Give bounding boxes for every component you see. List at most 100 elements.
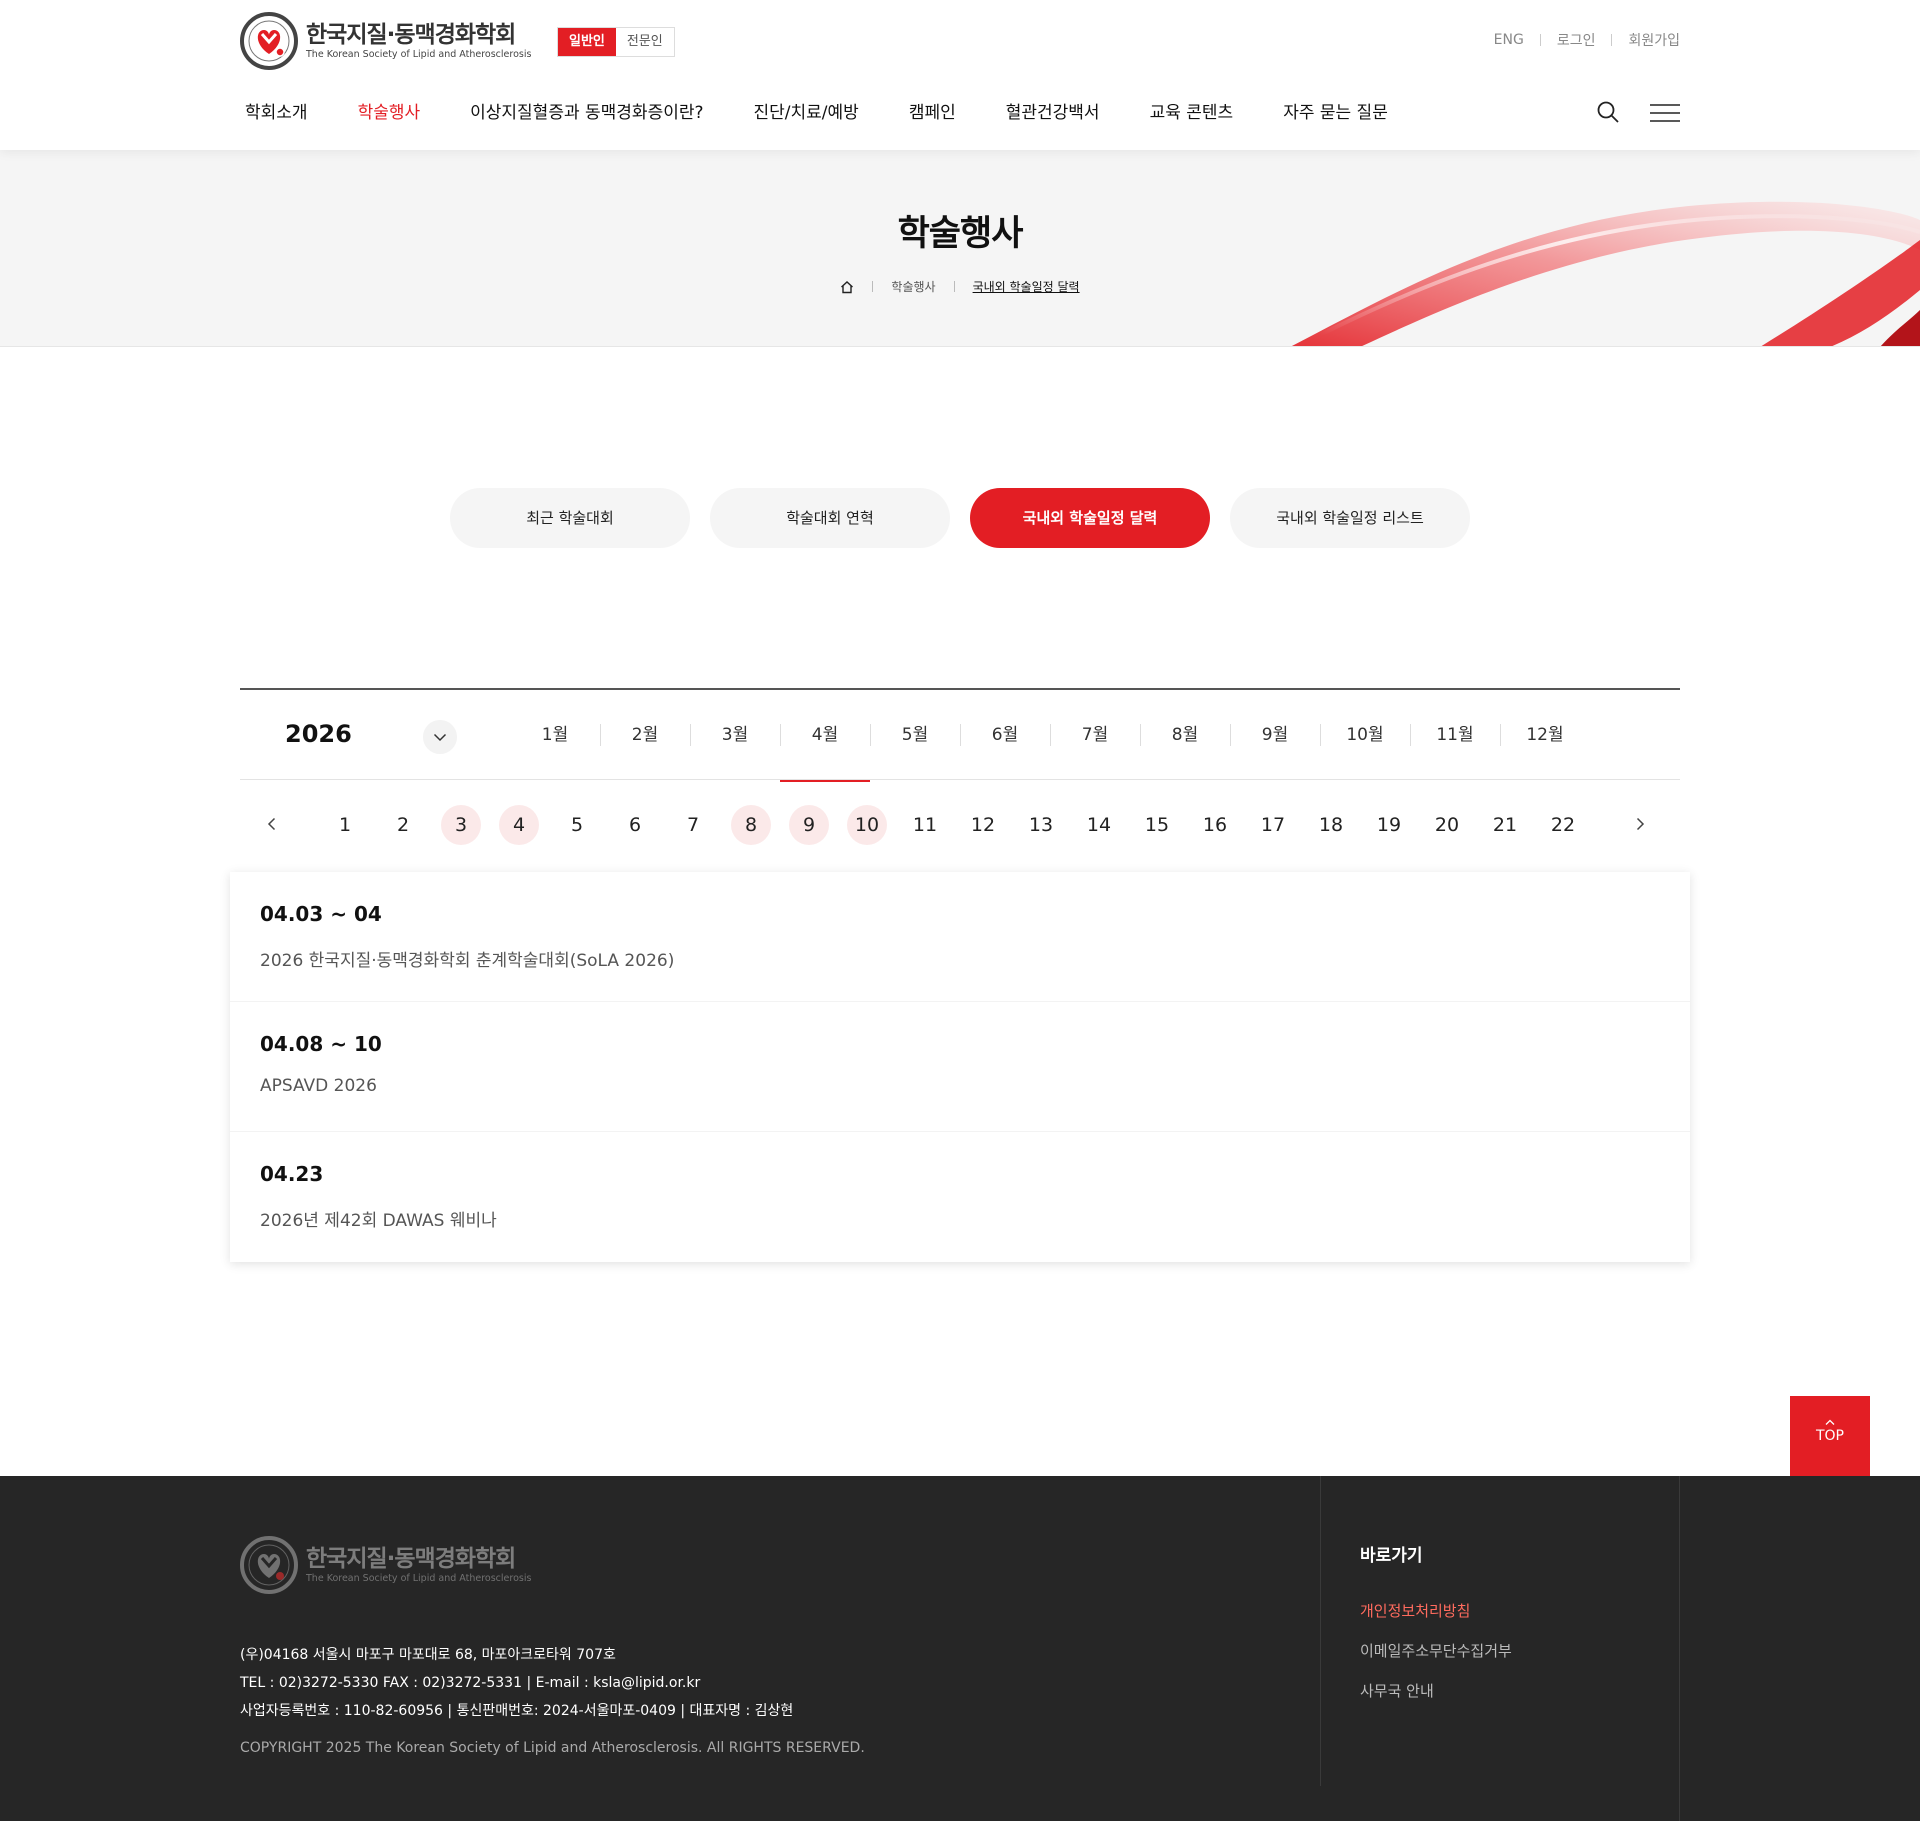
site-footer: 한국지질·동맥경화학회 The Korean Society of Lipid …: [0, 1476, 1920, 1821]
sub-tabs: 최근 학술대회 학술대회 연혁 국내외 학술일정 달력 국내외 학술일정 리스트: [450, 488, 1490, 548]
footer-link-privacy-policy[interactable]: 개인정보처리방침: [1360, 1601, 1512, 1621]
day-item[interactable]: 19: [1369, 805, 1409, 845]
audience-expert-button[interactable]: 전문인: [615, 28, 674, 56]
day-item[interactable]: 22: [1543, 805, 1583, 845]
footer-copyright: COPYRIGHT 2025 The Korean Society of Lip…: [240, 1740, 865, 1756]
day-item-with-event[interactable]: 4: [499, 805, 539, 845]
month-item[interactable]: 12월: [1500, 690, 1590, 780]
nav-item-about[interactable]: 학회소개: [245, 98, 308, 123]
util-divider: [1539, 34, 1541, 46]
footer-link-office-info[interactable]: 사무국 안내: [1360, 1681, 1512, 1701]
day-item[interactable]: 15: [1137, 805, 1177, 845]
nav-item-education[interactable]: 교육 콘텐츠: [1150, 98, 1234, 123]
month-item[interactable]: 5월: [870, 690, 960, 780]
footer-divider: [1320, 1476, 1321, 1786]
nav-item-faq[interactable]: 자주 묻는 질문: [1283, 98, 1388, 123]
day-item-with-event[interactable]: 10: [847, 805, 887, 845]
day-item[interactable]: 16: [1195, 805, 1235, 845]
day-item[interactable]: 13: [1021, 805, 1061, 845]
chevron-down-icon[interactable]: [423, 720, 457, 754]
month-item[interactable]: 7월: [1050, 690, 1140, 780]
footer-business-info: 사업자등록번호 : 110-82-60956 | 통신판매번호: 2024-서울…: [240, 1703, 794, 1719]
year-label: 2026: [285, 720, 352, 748]
nav-item-diagnosis[interactable]: 진단/치료/예방: [754, 98, 859, 123]
eng-link[interactable]: ENG: [1494, 32, 1524, 48]
day-item-with-event[interactable]: 8: [731, 805, 771, 845]
day-item[interactable]: 1: [325, 805, 365, 845]
login-link[interactable]: 로그인: [1557, 30, 1596, 50]
event-date: 04.03 ~ 04: [260, 902, 382, 926]
nav-item-whitepaper[interactable]: 혈관건강백서: [1006, 98, 1100, 123]
event-date: 04.23: [260, 1162, 324, 1186]
hamburger-menu-icon[interactable]: [1650, 103, 1680, 123]
society-emblem-icon: [240, 1536, 298, 1594]
day-item-with-event[interactable]: 9: [789, 805, 829, 845]
chevron-left-icon[interactable]: [260, 812, 284, 836]
site-header: 한국지질·동맥경화학회 The Korean Society of Lipid …: [0, 0, 1920, 150]
search-icon[interactable]: [1596, 100, 1620, 124]
event-item[interactable]: 04.03 ~ 04 2026 한국지질·동맥경화학회 춘계학술대회(SoLA …: [230, 872, 1690, 1002]
tab-recent-conference[interactable]: 최근 학술대회: [450, 488, 690, 548]
breadcrumb: 학술행사 국내외 학술일정 달력: [0, 278, 1920, 295]
event-title[interactable]: 2026 한국지질·동맥경화학회 춘계학술대회(SoLA 2026): [260, 946, 1660, 971]
site-logo[interactable]: 한국지질·동맥경화학회 The Korean Society of Lipid …: [240, 12, 531, 70]
month-item[interactable]: 8월: [1140, 690, 1230, 780]
footer-logo-korean-name: 한국지질·동맥경화학회: [306, 1546, 516, 1572]
month-item[interactable]: 10월: [1320, 690, 1410, 780]
month-item[interactable]: 2월: [600, 690, 690, 780]
day-item[interactable]: 14: [1079, 805, 1119, 845]
audience-general-button[interactable]: 일반인: [558, 28, 616, 56]
nav-item-events[interactable]: 학술행사: [358, 98, 421, 123]
tab-conference-history[interactable]: 학술대회 연혁: [710, 488, 950, 548]
tab-schedule-list[interactable]: 국내외 학술일정 리스트: [1230, 488, 1470, 548]
chevron-right-icon[interactable]: [1628, 812, 1652, 836]
event-item[interactable]: 04.08 ~ 10 APSAVD 2026: [230, 1002, 1690, 1132]
breadcrumb-item-current[interactable]: 국내외 학술일정 달력: [973, 278, 1080, 295]
month-item-active[interactable]: 4월: [780, 690, 870, 782]
nav-item-campaign[interactable]: 캠페인: [909, 98, 956, 123]
day-item[interactable]: 7: [673, 805, 713, 845]
day-item[interactable]: 17: [1253, 805, 1293, 845]
page-title: 학술행사: [897, 214, 1024, 254]
month-item[interactable]: 11월: [1410, 690, 1500, 780]
month-item[interactable]: 3월: [690, 690, 780, 780]
day-item[interactable]: 20: [1427, 805, 1467, 845]
home-icon[interactable]: [840, 280, 854, 294]
day-item-with-event[interactable]: 3: [441, 805, 481, 845]
main-nav: 학회소개 학술행사 이상지질혈증과 동맥경화증이란? 진단/치료/예방 캠페인 …: [245, 98, 1438, 123]
signup-link[interactable]: 회원가입: [1628, 30, 1680, 50]
nav-item-disease-info[interactable]: 이상지질혈증과 동맥경화증이란?: [470, 98, 703, 123]
day-item[interactable]: 6: [615, 805, 655, 845]
day-item[interactable]: 12: [963, 805, 1003, 845]
day-item[interactable]: 11: [905, 805, 945, 845]
chevron-up-icon: [1825, 1419, 1835, 1425]
day-strip: 1 2 3 4 5 6 7 8 9 10 11 12 13 14 15 16 17 18 19 20 21 22: [240, 780, 1680, 872]
logo-english-name: The Korean Society of Lipid and Atherosc…: [306, 49, 532, 60]
month-item[interactable]: 6월: [960, 690, 1050, 780]
utility-links: ENG 로그인 회원가입: [1494, 30, 1680, 50]
day-item[interactable]: 5: [557, 805, 597, 845]
month-item[interactable]: 9월: [1230, 690, 1320, 780]
footer-address: (우)04168 서울시 마포구 마포대로 68, 마포아크로타워 707호: [240, 1647, 616, 1663]
day-item[interactable]: 18: [1311, 805, 1351, 845]
day-list: 1 2 3 4 5 6 7 8 9 10 11 12 13 14 15 16 17 18 19 20 21 22: [325, 805, 1601, 845]
scroll-top-label: TOP: [1815, 1428, 1844, 1444]
event-title[interactable]: 2026년 제42회 DAWAS 웨비나: [260, 1206, 1660, 1231]
footer-logo-english-name: The Korean Society of Lipid and Atherosc…: [306, 1573, 532, 1584]
breadcrumb-item-events[interactable]: 학술행사: [891, 278, 935, 295]
tab-schedule-calendar[interactable]: 국내외 학술일정 달력: [970, 488, 1210, 548]
event-item[interactable]: 04.23 2026년 제42회 DAWAS 웨비나: [230, 1132, 1690, 1262]
logo-korean-name: 한국지질·동맥경화학회: [306, 22, 516, 48]
footer-link-email-refusal[interactable]: 이메일주소무단수집거부: [1360, 1641, 1512, 1661]
day-item[interactable]: 21: [1485, 805, 1525, 845]
month-list: 1월 2월 3월 4월 5월 6월 7월 8월 9월 10월 11월 12월: [510, 690, 1590, 782]
breadcrumb-divider: [953, 281, 955, 292]
day-item[interactable]: 2: [383, 805, 423, 845]
month-item[interactable]: 1월: [510, 690, 600, 780]
footer-company-info: (우)04168 서울시 마포구 마포대로 68, 마포아크로타워 707호 T…: [240, 1641, 793, 1725]
schedule-calendar: 2026 1월 2월 3월 4월 5월 6월 7월 8월 9월 10월 11월 …: [240, 688, 1680, 872]
scroll-top-button[interactable]: TOP: [1790, 1396, 1870, 1476]
sub-visual-banner: 학술행사 학술행사 국내외 학술일정 달력: [0, 150, 1920, 347]
event-title[interactable]: APSAVD 2026: [260, 1076, 1660, 1096]
footer-divider: [1679, 1476, 1680, 1821]
